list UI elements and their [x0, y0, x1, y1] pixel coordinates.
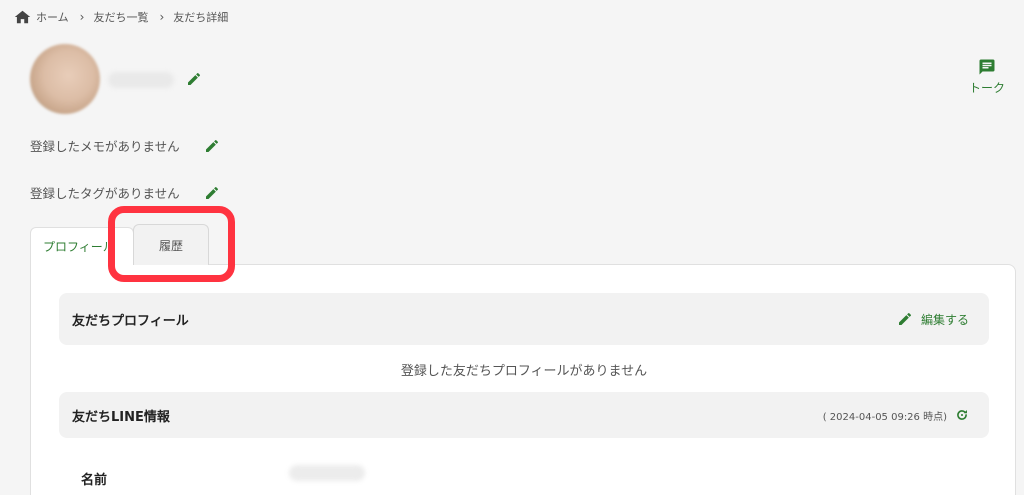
line-info-timestamp: ( 2024-04-05 09:26 時点): [823, 408, 973, 423]
name-field-value: [289, 465, 365, 481]
section-title: 友だちLINE情報: [72, 409, 170, 425]
chat-icon: [979, 59, 995, 75]
talk-label: トーク: [968, 81, 1005, 95]
home-icon[interactable]: [14, 10, 31, 24]
profile-empty-text: 登録した友だちプロフィールがありません: [400, 364, 648, 379]
memo-row: 登録したメモがありません: [30, 136, 220, 155]
pencil-icon[interactable]: [204, 185, 220, 201]
profile-panel: 友だちプロフィール 編集する 登録した友だちプロフィールがありません 友だちLI…: [30, 264, 1016, 495]
friend-profile-header: 友だちプロフィール 編集する: [59, 293, 989, 345]
edit-profile-button[interactable]: 編集する: [897, 311, 973, 328]
name-field-label: 名前: [81, 473, 108, 488]
breadcrumb: ホーム › 友だち一覧 › 友だち詳細: [14, 9, 228, 25]
tab-profile-label: プロフィール: [43, 240, 115, 254]
avatar: [30, 44, 100, 114]
edit-label: 編集する: [920, 312, 969, 327]
line-info-header: 友だちLINE情報 ( 2024-04-05 09:26 時点): [59, 392, 989, 438]
refresh-icon[interactable]: [955, 408, 969, 422]
pencil-icon: [898, 312, 911, 325]
chevron-right-icon: ›: [159, 10, 165, 24]
memo-empty-text: 登録したメモがありません: [30, 139, 180, 154]
friend-name: [108, 72, 174, 88]
tag-empty-text: 登録したタグがありません: [30, 186, 180, 201]
breadcrumb-home-link[interactable]: ホーム: [36, 9, 69, 25]
highlight-annotation: [108, 206, 235, 282]
breadcrumb-list-link[interactable]: 友だち一覧: [93, 9, 148, 25]
breadcrumb-current: 友だち詳細: [173, 11, 229, 24]
pencil-icon[interactable]: [186, 71, 202, 87]
timestamp-text: ( 2024-04-05 09:26 時点): [822, 411, 947, 423]
tag-row: 登録したタグがありません: [30, 183, 220, 202]
chevron-right-icon: ›: [79, 10, 85, 24]
talk-button[interactable]: トーク: [962, 58, 1012, 96]
pencil-icon[interactable]: [204, 138, 220, 154]
section-title: 友だちプロフィール: [72, 313, 189, 329]
